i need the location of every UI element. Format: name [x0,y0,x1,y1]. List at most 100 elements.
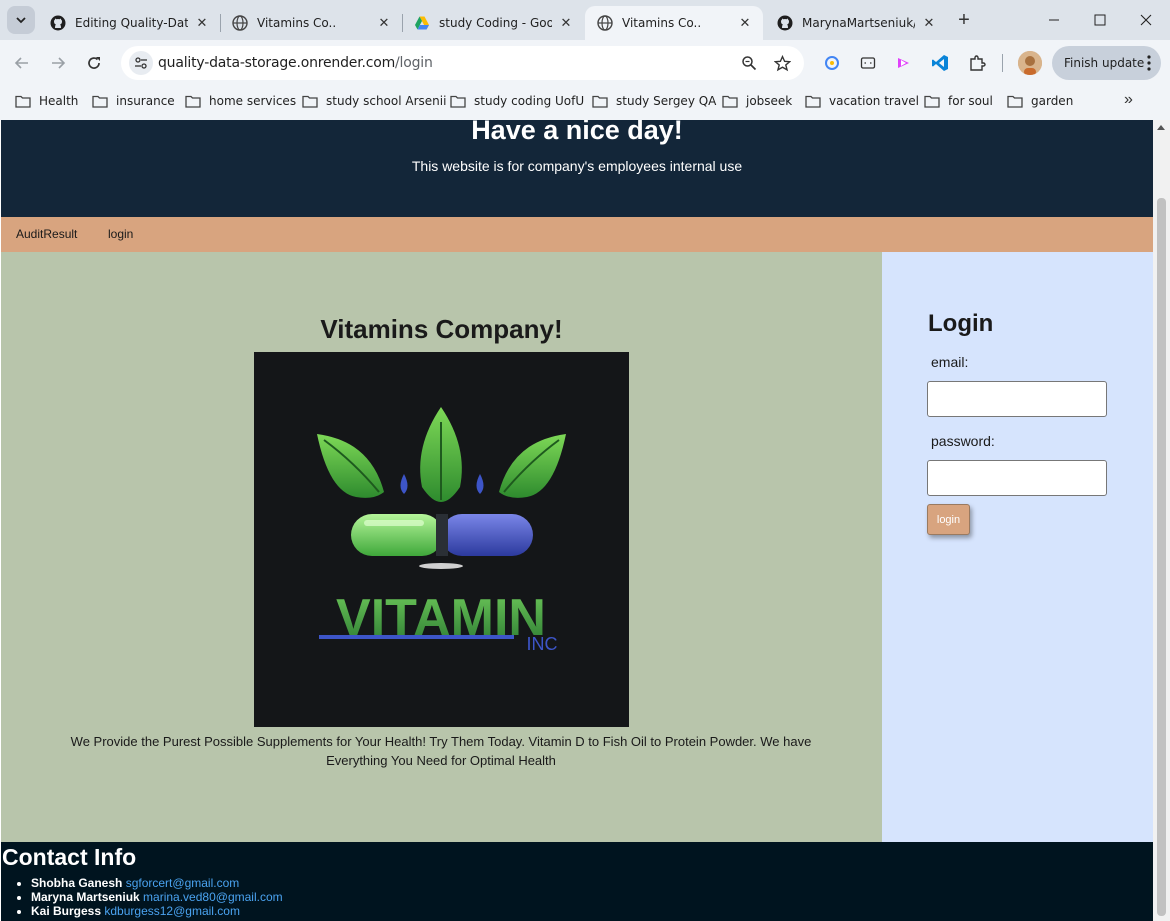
list-item: Maryna Martseniuk marina.ved80@gmail.com [31,890,283,904]
site-footer: Contact Info Shobha Ganesh sgforcert@gma… [1,842,1153,921]
github-icon [777,15,793,31]
folder-icon [592,95,608,108]
bookmark-garden[interactable]: garden [1007,92,1073,110]
zoom-icon[interactable] [737,51,761,75]
media-extension-icon[interactable] [892,51,916,75]
new-tab-button[interactable]: + [952,8,976,32]
tab-study-coding[interactable]: study Coding - Goog ✕ [402,6,584,40]
bookmark-label: insurance [116,94,175,108]
bookmark-study-coding-uofu[interactable]: study coding UofU [450,92,584,110]
tab-title: Editing Quality-Data [75,16,188,30]
maximize-button[interactable] [1077,0,1123,40]
tab-vitamins-co-1[interactable]: Vitamins Co.. ✕ [220,6,402,40]
tab-title: Vitamins Co.. [622,16,702,30]
bookmark-study-sergey-qa[interactable]: study Sergey QA [592,92,716,110]
contact-email-link[interactable]: marina.ved80@gmail.com [143,890,283,904]
login-heading: Login [928,310,994,337]
bookmark-study-school-arsenii[interactable]: study school Arsenii [302,92,446,110]
tab-title: study Coding - Goog [439,16,552,30]
bookmark-label: Health [39,94,79,108]
bookmark-health[interactable]: Health [15,92,78,110]
globe-icon [232,15,248,31]
more-vertical-icon [1147,55,1151,71]
password-field[interactable] [927,460,1107,496]
chevron-down-icon [16,17,26,24]
close-icon [1140,14,1152,26]
close-icon[interactable]: ✕ [737,15,753,31]
double-chevron-right-icon[interactable]: » [1124,91,1142,111]
close-icon[interactable]: ✕ [194,15,210,31]
contact-name: Maryna Martseniuk [31,890,140,904]
scroll-up-arrow-icon[interactable] [1157,125,1165,130]
tab-search-button[interactable] [7,6,35,34]
nav-link-login[interactable]: login [108,227,133,241]
tab-vitamins-co-active[interactable]: Vitamins Co.. ✕ [585,6,763,40]
maximize-icon [1094,14,1106,26]
reload-button[interactable] [80,49,108,77]
close-icon[interactable]: ✕ [376,15,392,31]
bookmark-star-icon[interactable] [770,51,794,75]
contact-name: Shobha Ganesh [31,876,123,890]
extensions-puzzle-icon[interactable] [965,51,989,75]
folder-icon [805,95,821,108]
google-drive-icon [414,15,430,31]
company-heading: Vitamins Company! [320,314,563,344]
url-domain: quality-data-storage.onrender.com [158,55,396,71]
minimize-button[interactable] [1031,0,1077,40]
profile-avatar[interactable] [1018,51,1042,75]
arrow-right-icon [52,57,66,69]
extension-icon[interactable] [820,51,844,75]
contact-name: Kai Burgess [31,904,102,918]
close-icon[interactable]: ✕ [921,15,937,31]
back-button[interactable] [8,49,36,77]
arrow-left-icon [14,57,28,69]
bookmark-label: for soul [948,94,993,108]
bookmark-label: jobseek [746,94,793,108]
scrollbar-thumb[interactable] [1157,198,1166,916]
contact-email-link[interactable]: kdburgess12@gmail.com [104,904,240,918]
tab-editing-quality-data[interactable]: Editing Quality-Data ✕ [38,6,220,40]
header-subtitle: This website is for company's employees … [411,158,743,174]
folder-icon [92,95,108,108]
logo-subtext: INC [527,634,558,654]
tab-maryna-github[interactable]: MarynaMartseniuk/C ✕ [765,6,947,40]
list-item: Kai Burgess kdburgess12@gmail.com [31,904,283,918]
folder-icon [450,95,466,108]
email-field[interactable] [927,381,1107,417]
finish-update-button[interactable]: Finish update [1052,46,1161,80]
close-icon[interactable]: ✕ [558,15,574,31]
browser-tab-strip: Editing Quality-Data ✕ Vitamins Co.. ✕ s… [0,0,1170,40]
vitamin-logo-image: VITAMIN INC [254,352,629,727]
company-description: We Provide the Purest Possible Supplemen… [70,734,812,768]
reload-icon [88,57,100,69]
main-content: Vitamins Company! VITAMIN INC We Provide… [1,252,882,842]
login-button[interactable]: login [927,504,970,535]
vscode-icon[interactable] [928,51,952,75]
bookmarks-bar: Health insurance home services study sch… [0,86,1170,116]
login-panel: Login email: password: login [882,252,1153,842]
folder-icon [722,95,738,108]
bookmark-label: study Sergey QA [616,94,717,108]
address-bar[interactable]: quality-data-storage.onrender.com/login [121,46,804,80]
nav-link-audit-result[interactable]: AuditResult [16,227,77,241]
screen-share-icon[interactable] [856,51,880,75]
bookmark-vacation-travel[interactable]: vacation travel [805,92,919,110]
browser-toolbar: quality-data-storage.onrender.com/login … [0,40,1170,86]
bookmark-for-soul[interactable]: for soul [924,92,993,110]
page-scrollbar[interactable] [1153,120,1170,921]
url-path: /login [395,55,433,71]
site-info-icon[interactable] [129,51,153,75]
bookmark-home-services[interactable]: home services [185,92,296,110]
bookmark-label: home services [209,94,297,108]
folder-icon [1007,95,1023,108]
forward-button[interactable] [44,49,72,77]
folder-icon [924,95,940,108]
email-label: email: [931,354,969,370]
bookmark-label: vacation travel [829,94,920,108]
close-window-button[interactable] [1123,0,1169,40]
minimize-icon [1049,19,1059,21]
folder-icon [185,95,201,108]
bookmark-insurance[interactable]: insurance [92,92,175,110]
bookmark-jobseek[interactable]: jobseek [722,92,792,110]
contact-email-link[interactable]: sgforcert@gmail.com [126,876,240,890]
